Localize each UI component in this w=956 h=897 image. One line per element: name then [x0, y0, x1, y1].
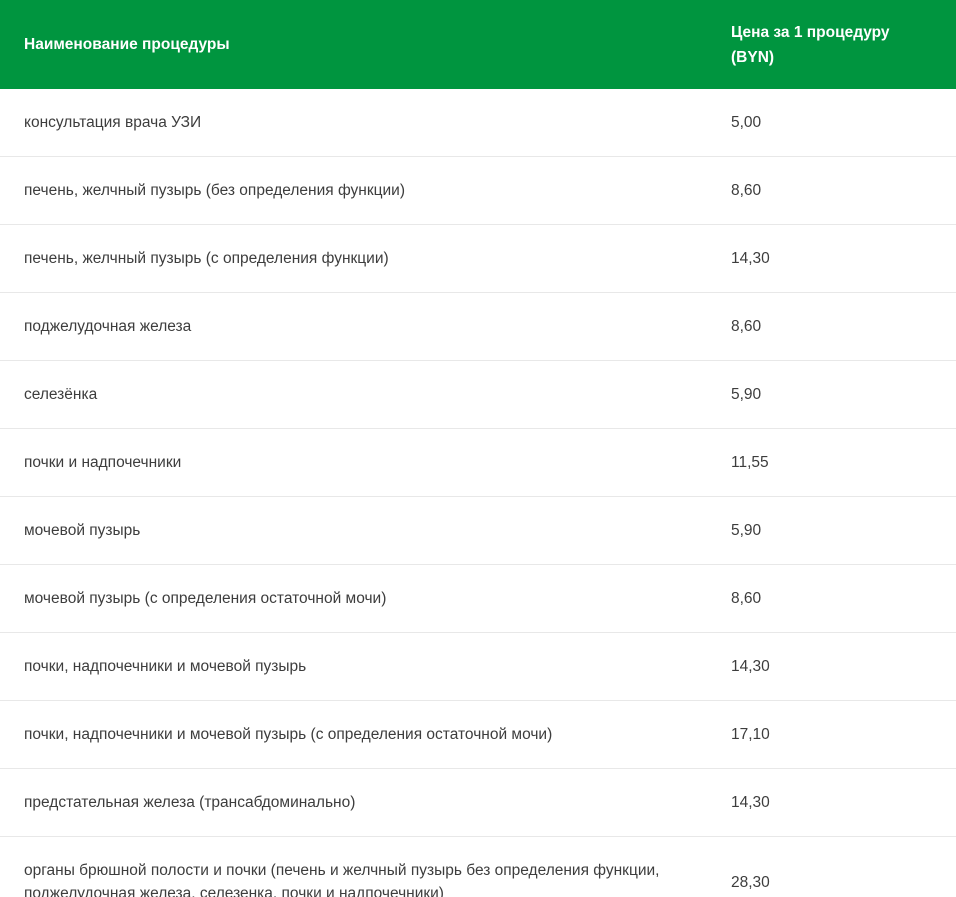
header-procedure-name-column: Наименование процедуры	[0, 32, 731, 57]
table-row: почки, надпочечники и мочевой пузырь 14,…	[0, 632, 956, 700]
procedure-price: 17,10	[731, 723, 956, 746]
table-row: печень, желчный пузырь (без определения …	[0, 156, 956, 224]
procedure-price: 8,60	[731, 587, 956, 610]
table-row: селезёнка 5,90	[0, 360, 956, 428]
table-row: почки и надпочечники 11,55	[0, 428, 956, 496]
procedure-price: 5,00	[731, 111, 956, 134]
procedure-name: органы брюшной полости и почки (печень и…	[0, 859, 731, 897]
procedure-name: селезёнка	[0, 383, 731, 406]
procedure-name: почки и надпочечники	[0, 451, 731, 474]
procedure-price: 14,30	[731, 791, 956, 814]
procedure-price: 11,55	[731, 451, 956, 474]
procedure-price: 8,60	[731, 315, 956, 338]
table-row: органы брюшной полости и почки (печень и…	[0, 836, 956, 897]
procedure-price: 28,30	[731, 871, 956, 894]
procedure-name: печень, желчный пузырь (без определения …	[0, 179, 731, 202]
procedure-name: мочевой пузырь (с определения остаточной…	[0, 587, 731, 610]
table-header-row: Наименование процедуры Цена за 1 процеду…	[0, 0, 956, 89]
table-row: консультация врача УЗИ 5,00	[0, 89, 956, 156]
procedure-name: мочевой пузырь	[0, 519, 731, 542]
price-table: Наименование процедуры Цена за 1 процеду…	[0, 0, 956, 897]
table-row: предстательная железа (трансабдоминально…	[0, 768, 956, 836]
table-row: почки, надпочечники и мочевой пузырь (с …	[0, 700, 956, 768]
procedure-name: почки, надпочечники и мочевой пузырь (с …	[0, 723, 731, 746]
procedure-name: предстательная железа (трансабдоминально…	[0, 791, 731, 814]
procedure-price: 14,30	[731, 247, 956, 270]
table-row: мочевой пузырь 5,90	[0, 496, 956, 564]
procedure-name: печень, желчный пузырь (с определения фу…	[0, 247, 731, 270]
header-price-column: Цена за 1 процедуру (BYN)	[731, 20, 956, 70]
procedure-name: почки, надпочечники и мочевой пузырь	[0, 655, 731, 678]
table-row: печень, желчный пузырь (с определения фу…	[0, 224, 956, 292]
procedure-price: 5,90	[731, 519, 956, 542]
table-row: мочевой пузырь (с определения остаточной…	[0, 564, 956, 632]
table-row: поджелудочная железа 8,60	[0, 292, 956, 360]
procedure-name: поджелудочная железа	[0, 315, 731, 338]
procedure-price: 5,90	[731, 383, 956, 406]
procedure-price: 8,60	[731, 179, 956, 202]
procedure-price: 14,30	[731, 655, 956, 678]
table-body: консультация врача УЗИ 5,00 печень, желч…	[0, 89, 956, 897]
procedure-name: консультация врача УЗИ	[0, 111, 731, 134]
